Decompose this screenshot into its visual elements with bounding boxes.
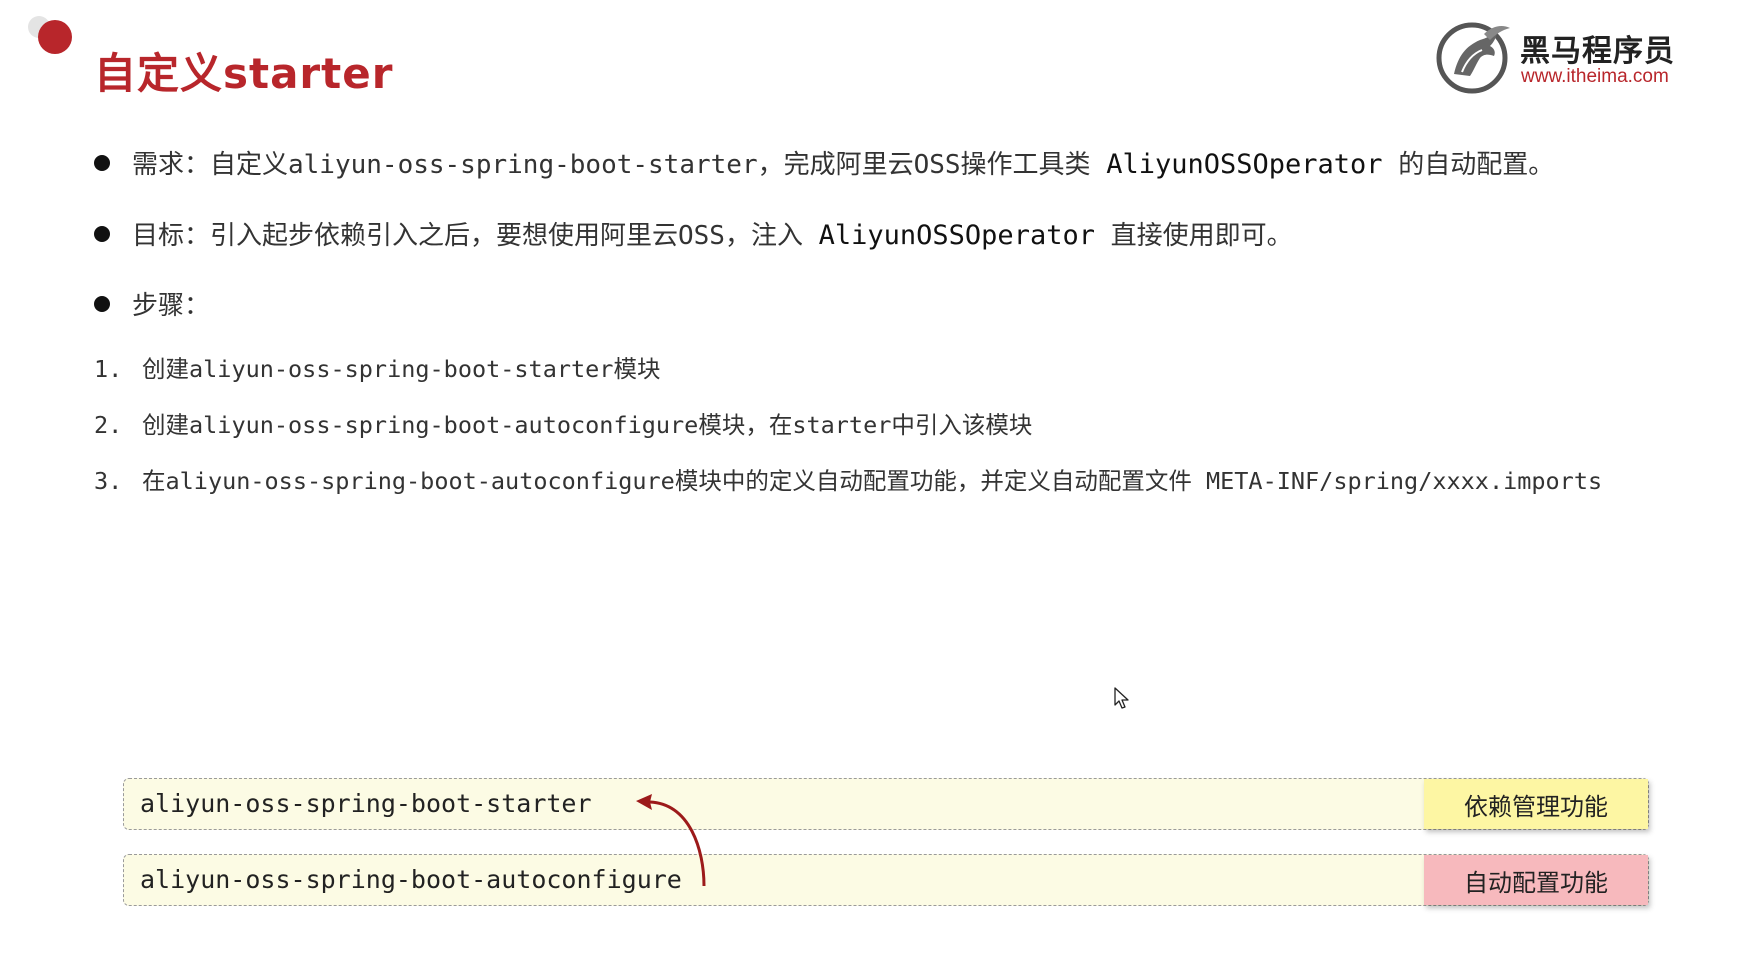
module-row-starter: aliyun-oss-spring-boot-starter 依赖管理功能 (123, 778, 1649, 830)
brand-logo: 黑马程序员 www.itheima.com (1432, 16, 1692, 96)
bullet-suffix: 直接使用即可。 (1094, 221, 1293, 251)
module-name: aliyun-oss-spring-boot-starter (140, 789, 592, 818)
bullet-text: 目标：引入起步依赖引入之后，要想使用阿里云OSS，注入 (132, 221, 819, 251)
bullet-goal: 目标：引入起步依赖引入之后，要想使用阿里云OSS，注入 AliyunOSSOpe… (94, 215, 1293, 252)
logo-url: www.itheima.com (1521, 66, 1669, 87)
dependency-arrow-icon (636, 794, 706, 887)
step-item: 3. 在aliyun-oss-spring-boot-autoconfigure模… (94, 462, 1602, 496)
bullet-text: 步骤： (132, 291, 211, 321)
horse-logo-icon (1436, 22, 1510, 94)
step-number: 2. (94, 411, 123, 439)
module-row-autoconfigure: aliyun-oss-spring-boot-autoconfigure 自动配… (123, 854, 1649, 906)
step-number: 1. (94, 355, 123, 383)
mouse-cursor-icon (1114, 687, 1130, 715)
decorative-dot-red (38, 20, 72, 54)
step-text: 创建aliyun-oss-spring-boot-autoconfigure模块… (142, 411, 1033, 439)
module-tag-dependency-management: 依赖管理功能 (1424, 779, 1648, 829)
bullet-requirement: 需求：自定义aliyun-oss-spring-boot-starter，完成阿… (94, 144, 1554, 181)
bullet-suffix: 的自动配置。 (1382, 150, 1555, 180)
bullet-dot (94, 225, 110, 242)
bullet-steps: 步骤： (94, 285, 210, 322)
module-name: aliyun-oss-spring-boot-autoconfigure (140, 865, 682, 894)
bullet-text: 需求：自定义aliyun-oss-spring-boot-starter，完成阿… (132, 150, 1107, 180)
bullet-code: AliyunOSSOperator (1106, 149, 1383, 180)
bullet-code: AliyunOSSOperator (818, 220, 1095, 251)
module-tag-auto-configuration: 自动配置功能 (1424, 855, 1648, 905)
logo-brand-name: 黑马程序员 (1520, 34, 1675, 69)
step-text: 创建aliyun-oss-spring-boot-starter模块 (142, 355, 661, 383)
page-title: 自定义starter (94, 49, 394, 98)
step-text: 在aliyun-oss-spring-boot-autoconfigure模块中… (142, 467, 1603, 495)
step-number: 3. (94, 467, 123, 495)
step-item: 1. 创建aliyun-oss-spring-boot-starter模块 (94, 350, 660, 384)
bullet-dot (94, 295, 110, 312)
step-item: 2. 创建aliyun-oss-spring-boot-autoconfigure… (94, 406, 1032, 440)
bullet-dot (94, 154, 110, 171)
